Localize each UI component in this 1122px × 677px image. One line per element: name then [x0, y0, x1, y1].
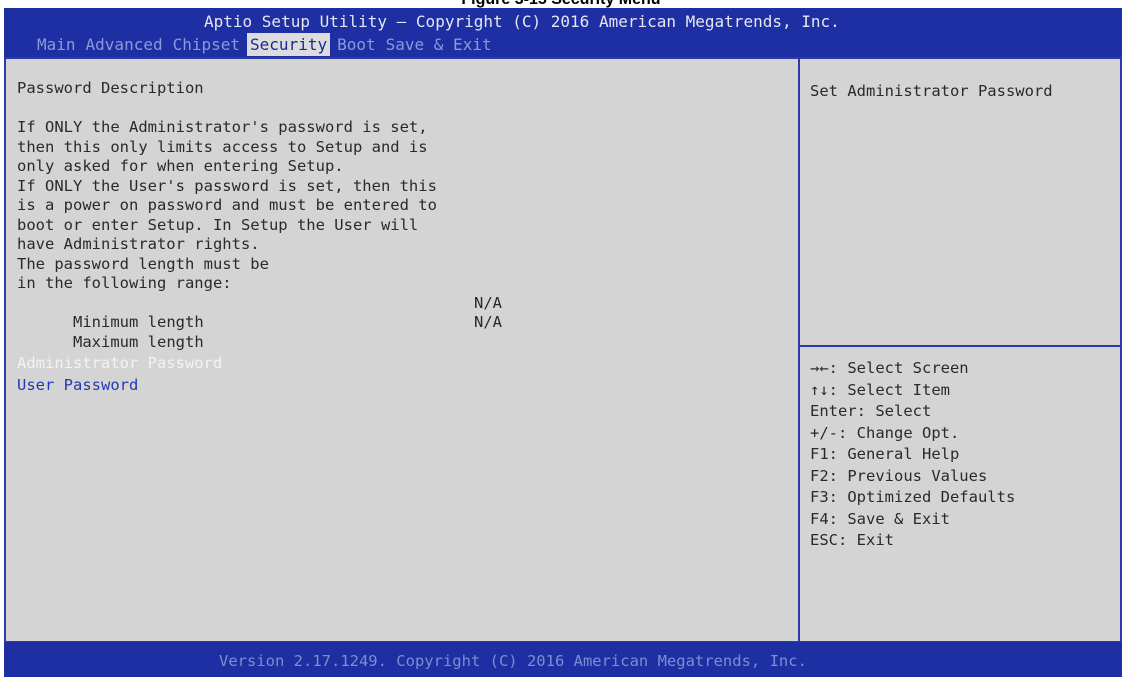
help-divider [800, 345, 1120, 347]
maximum-length-label: Maximum length [73, 332, 204, 351]
key-help-f1: F1: General Help [810, 445, 960, 463]
key-help-f4: F4: Save & Exit [810, 509, 950, 528]
tab-security[interactable]: Security [247, 33, 331, 56]
key-help-list: →←: Select Screen ↑↓: Select Item Enter:… [810, 358, 1015, 552]
maximum-length-value: N/A [474, 313, 502, 331]
title-bar: Aptio Setup Utility – Copyright (C) 2016… [4, 8, 1122, 57]
version-text: Version 2.17.1249. Copyright (C) 2016 Am… [219, 652, 807, 670]
administrator-password-item[interactable]: Administrator Password [17, 352, 437, 374]
description-line: is a power on password and must be enter… [17, 196, 437, 214]
tab-main[interactable]: Main [34, 33, 79, 56]
key-help-f3: F3: Optimized Defaults [810, 488, 1016, 506]
maximum-length-row: Maximum length N/A [17, 313, 502, 351]
description-line: The password length must be [17, 254, 269, 273]
description-line: then this only limits access to Setup an… [17, 137, 428, 156]
item-help-text: Set Administrator Password [810, 82, 1053, 100]
password-description-heading: Password Description [17, 79, 204, 97]
minimum-length-row: Minimum length N/A [17, 294, 502, 332]
tab-chipset[interactable]: Chipset [170, 33, 243, 56]
utility-title: Aptio Setup Utility – Copyright (C) 2016… [204, 12, 840, 31]
menu-tabs: Main Advanced Chipset Security Boot Save & Ex… [34, 33, 499, 56]
description-line: in the following range: [17, 274, 232, 292]
tab-advanced[interactable]: Advanced [83, 33, 166, 56]
description-line: If ONLY the User's password is set, then… [17, 176, 437, 195]
main-panel: Password Description If ONLY the Adminis… [17, 79, 502, 396]
key-help-enter: Enter: Select [810, 402, 932, 420]
tab-save-exit[interactable]: Save & Exit [383, 33, 495, 56]
key-help-select-screen: →←: Select Screen [810, 359, 969, 377]
key-help-change-opt: +/-: Change Opt. [810, 423, 960, 442]
description-line: boot or enter Setup. In Setup the User w… [17, 215, 419, 234]
minimum-length-value: N/A [474, 293, 502, 312]
footer-bar: Version 2.17.1249. Copyright (C) 2016 Am… [4, 642, 1122, 677]
description-line: only asked for when entering Setup. [17, 157, 344, 175]
key-help-esc: ESC: Exit [810, 531, 894, 549]
key-help-select-item: ↑↓: Select Item [810, 380, 950, 399]
bios-screen: Aptio Setup Utility – Copyright (C) 2016… [4, 8, 1122, 677]
tab-boot[interactable]: Boot [334, 33, 379, 56]
user-password-item[interactable]: User Password [17, 374, 437, 396]
description-line: have Administrator rights. [17, 235, 260, 253]
key-help-f2: F2: Previous Values [810, 466, 988, 485]
vertical-divider [798, 57, 800, 643]
description-line: If ONLY the Administrator's password is … [17, 118, 428, 136]
